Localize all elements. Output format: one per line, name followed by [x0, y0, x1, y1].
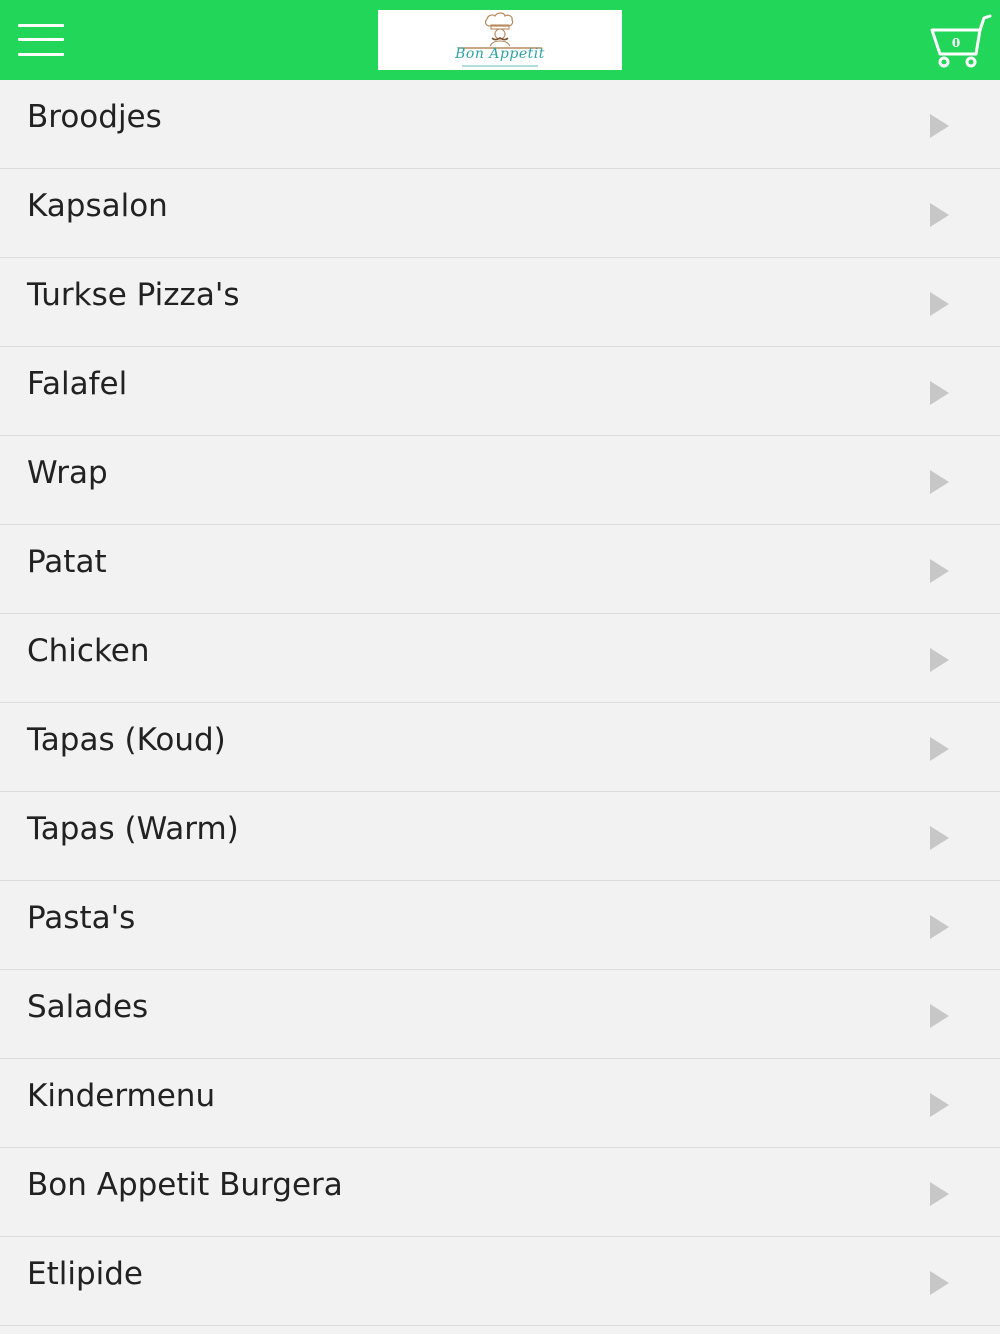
- category-label: Turkse Pizza's: [27, 277, 240, 313]
- shopping-cart-icon[interactable]: 0: [926, 12, 992, 70]
- chevron-right-icon: [930, 114, 949, 138]
- category-label: Pasta's: [27, 900, 136, 936]
- category-label: Salades: [27, 989, 149, 1025]
- category-label: Kapsalon: [27, 188, 168, 224]
- category-item-bon-appetit-burgera[interactable]: Bon Appetit Burgera: [0, 1148, 1000, 1237]
- chevron-right-icon: [930, 1271, 949, 1295]
- category-label: Broodjes: [27, 99, 162, 135]
- chevron-right-icon: [930, 737, 949, 761]
- category-item-kindermenu[interactable]: Kindermenu: [0, 1059, 1000, 1148]
- chevron-right-icon: [930, 203, 949, 227]
- chevron-right-icon: [930, 381, 949, 405]
- chevron-right-icon: [930, 470, 949, 494]
- category-label: Chicken: [27, 633, 150, 669]
- category-item-etlipide[interactable]: Etlipide: [0, 1237, 1000, 1326]
- category-item-chicken[interactable]: Chicken: [0, 614, 1000, 703]
- chevron-right-icon: [930, 826, 949, 850]
- category-label: Bon Appetit Burgera: [27, 1167, 343, 1203]
- chevron-right-icon: [930, 559, 949, 583]
- chevron-right-icon: [930, 1004, 949, 1028]
- category-item-wrap[interactable]: Wrap: [0, 436, 1000, 525]
- chevron-right-icon: [930, 292, 949, 316]
- category-item-salades[interactable]: Salades: [0, 970, 1000, 1059]
- cart-count-badge: 0: [951, 36, 961, 50]
- category-item-pastas[interactable]: Pasta's: [0, 881, 1000, 970]
- hamburger-menu-icon[interactable]: [18, 22, 64, 58]
- category-label: Tapas (Warm): [27, 811, 239, 847]
- category-label: Etlipide: [27, 1256, 144, 1292]
- category-label: Patat: [27, 544, 107, 580]
- chevron-right-icon: [930, 1182, 949, 1206]
- chevron-right-icon: [930, 1093, 949, 1117]
- app-header: Bon Appetit 0: [0, 0, 1000, 80]
- category-item-tapas-koud[interactable]: Tapas (Koud): [0, 703, 1000, 792]
- category-label: Wrap: [27, 455, 108, 491]
- category-item-turkse-pizzas[interactable]: Turkse Pizza's: [0, 258, 1000, 347]
- logo-text: Bon Appetit: [455, 46, 545, 62]
- category-list: Broodjes Kapsalon Turkse Pizza's Falafel…: [0, 80, 1000, 1326]
- category-label: Falafel: [27, 366, 128, 402]
- logo[interactable]: Bon Appetit: [378, 10, 622, 70]
- category-item-kapsalon[interactable]: Kapsalon: [0, 169, 1000, 258]
- category-item-broodjes[interactable]: Broodjes: [0, 80, 1000, 169]
- category-label: Kindermenu: [27, 1078, 216, 1114]
- category-label: Tapas (Koud): [27, 722, 226, 758]
- chevron-right-icon: [930, 648, 949, 672]
- category-item-tapas-warm[interactable]: Tapas (Warm): [0, 792, 1000, 881]
- category-item-patat[interactable]: Patat: [0, 525, 1000, 614]
- category-item-falafel[interactable]: Falafel: [0, 347, 1000, 436]
- chevron-right-icon: [930, 915, 949, 939]
